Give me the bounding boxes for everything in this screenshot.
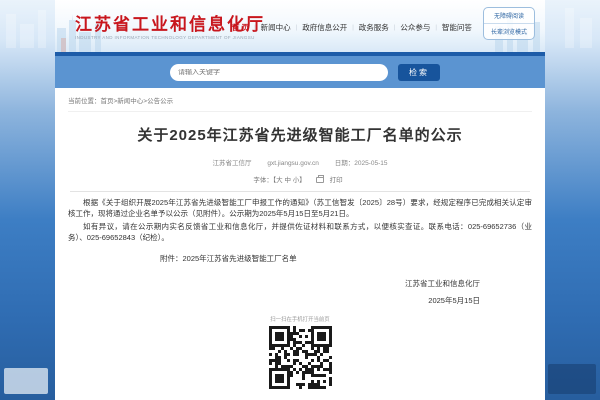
article-source: 江苏省工信厅 xyxy=(212,160,252,167)
site-logo-subtitle: INDUSTRY AND INFORMATION TECHNOLOGY DEPA… xyxy=(75,36,255,41)
search-input[interactable] xyxy=(178,69,380,76)
search-box xyxy=(170,64,388,81)
main-nav: 首 页 | 新闻中心 | 政府信息公开 | 政务服务 | 公众参与 | 智能问答 xyxy=(227,22,477,33)
nav-item-info-disclosure[interactable]: 政府信息公开 xyxy=(297,22,352,33)
elder-mode-button[interactable]: 长辈浏览模式 xyxy=(484,24,534,39)
print-label: 打印 xyxy=(329,177,343,184)
nav-item-services[interactable]: 政务服务 xyxy=(354,22,394,33)
nav-item-smart-qa[interactable]: 智能问答 xyxy=(437,22,477,33)
search-button[interactable]: 检索 xyxy=(398,64,440,81)
bg-building-silhouette xyxy=(565,8,574,48)
article-meta: 江苏省工信厅 gxt.jiangsu.gov.cn 日期：2025-05-15 xyxy=(68,157,532,167)
qr-section: 扫一扫在手机打开当前页 xyxy=(68,314,532,389)
page-background: 江苏省工业和信息化厅 INDUSTRY AND INFORMATION TECH… xyxy=(0,0,600,400)
bg-building-silhouette xyxy=(20,24,34,48)
article-paragraph: 如有异议，请在公示期内实名反馈省工业和信息化厅，并提供佐证材料和联系方式，以便核… xyxy=(68,222,532,242)
article-signature: 江苏省工业和信息化厅 2025年5月15日 xyxy=(68,278,532,306)
print-icon xyxy=(315,175,324,183)
print-control[interactable]: 打印 xyxy=(315,175,347,184)
signature-date: 2025年5月15日 xyxy=(428,296,480,305)
search-band: 检索 xyxy=(55,52,545,88)
nav-item-participation[interactable]: 公众参与 xyxy=(395,22,435,33)
bg-building-silhouette xyxy=(38,10,46,48)
attachment-link[interactable]: 附件：2025年江苏省先进级智能工厂名单 xyxy=(160,253,532,264)
bg-building-silhouette xyxy=(580,18,592,48)
accessibility-box: 无障碍阅读 长辈浏览模式 xyxy=(483,7,535,40)
accessible-reading-button[interactable]: 无障碍阅读 xyxy=(484,8,534,24)
qr-code xyxy=(268,326,332,389)
site-header: 江苏省工业和信息化厅 INDUSTRY AND INFORMATION TECH… xyxy=(55,0,545,52)
content-column: 江苏省工业和信息化厅 INDUSTRY AND INFORMATION TECH… xyxy=(55,0,545,400)
article-site-url: gxt.jiangsu.gov.cn xyxy=(267,160,319,167)
signature-department: 江苏省工业和信息化厅 xyxy=(405,279,480,288)
article-title: 关于2025年江苏省先进级智能工厂名单的公示 xyxy=(137,127,463,144)
divider xyxy=(70,191,530,192)
bg-building-silhouette xyxy=(6,14,16,48)
article-paragraph: 根据《关于组织开展2025年江苏省先进级智能工厂申报工作的通知》（苏工信智发〔2… xyxy=(68,198,532,218)
qr-caption: 扫一扫在手机打开当前页 xyxy=(270,317,330,323)
breadcrumb[interactable]: 当前位置：首页>新闻中心>公告公示 xyxy=(68,88,532,112)
article-area: 当前位置：首页>新闻中心>公告公示 关于2025年江苏省先进级智能工厂名单的公示… xyxy=(55,88,545,400)
article-body: 根据《关于组织开展2025年江苏省先进级智能工厂申报工作的通知》（苏工信智发〔2… xyxy=(68,197,532,243)
nav-item-home[interactable]: 首 页 xyxy=(227,22,254,33)
article-controls: 字体：【大 中 小】 打印 xyxy=(68,174,532,184)
article-date: 日期：2025-05-15 xyxy=(334,160,388,167)
bg-photo-fragment-right xyxy=(548,364,596,394)
nav-item-news[interactable]: 新闻中心 xyxy=(256,22,296,33)
font-size-controls[interactable]: 字体：【大 中 小】 xyxy=(253,177,305,184)
bg-photo-fragment-left xyxy=(4,368,48,394)
